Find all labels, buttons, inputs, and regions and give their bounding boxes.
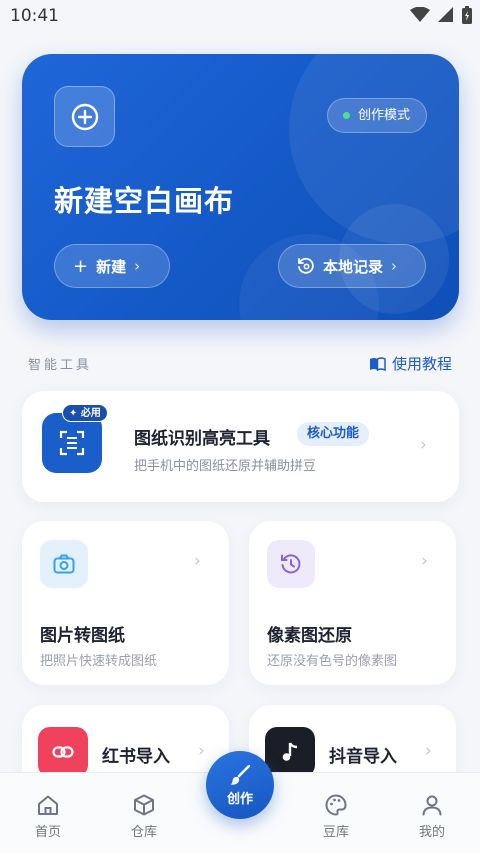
nav-bean-library[interactable]: 豆库 xyxy=(306,791,366,840)
tile-title: 图片转图纸 xyxy=(40,626,125,646)
palette-icon xyxy=(306,791,366,819)
chevron-right-icon: › xyxy=(391,257,398,275)
user-icon xyxy=(402,791,462,819)
tutorial-link[interactable]: 使用教程 xyxy=(369,353,452,374)
link-icon xyxy=(38,727,88,777)
chevron-right-icon: › xyxy=(420,435,427,455)
book-icon xyxy=(369,356,386,371)
nav-label: 我的 xyxy=(418,825,445,840)
mode-badge-label: 创作模式 xyxy=(357,108,410,123)
chevron-right-icon: › xyxy=(134,257,141,275)
pixel-restore-tile[interactable]: › 像素图还原 还原没有色号的像素图 xyxy=(249,521,456,685)
music-note-icon xyxy=(265,727,315,777)
signal-icon xyxy=(438,7,453,22)
create-button[interactable]: 创作 xyxy=(206,751,274,819)
section-title: 智能工具 xyxy=(28,358,93,373)
history-icon xyxy=(267,540,315,588)
new-button[interactable]: + 新建 › xyxy=(54,244,170,288)
battery-icon xyxy=(462,6,472,24)
drawing-recognition-card[interactable]: ✦ 必用 图纸识别高亮工具 核心功能 把手机中的图纸还原并辅助拼豆 › xyxy=(22,391,459,502)
local-button-label: 本地记录 xyxy=(323,257,384,276)
status-dot-icon xyxy=(342,112,350,119)
camera-icon xyxy=(40,540,88,588)
plus-icon: + xyxy=(73,255,89,277)
hero-title: 新建空白画布 xyxy=(54,184,235,218)
add-circle-icon[interactable] xyxy=(54,86,115,147)
status-bar: 10:41 xyxy=(0,0,480,34)
feature-title: 图纸识别高亮工具 xyxy=(134,429,270,449)
home-icon xyxy=(18,791,78,819)
chevron-right-icon: › xyxy=(198,741,205,761)
history-icon xyxy=(298,257,314,274)
tile-subtitle: 把照片快速转成图纸 xyxy=(40,654,158,669)
import-title: 红书导入 xyxy=(102,747,170,767)
nav-home[interactable]: 首页 xyxy=(18,791,78,840)
nav-mine[interactable]: 我的 xyxy=(402,791,462,840)
image-to-pattern-tile[interactable]: › 图片转图纸 把照片快速转成图纸 xyxy=(22,521,229,685)
tile-title: 像素图还原 xyxy=(267,626,352,646)
box-icon xyxy=(114,791,174,819)
must-use-badge: ✦ 必用 xyxy=(62,404,108,422)
nav-label: 首页 xyxy=(34,825,61,840)
chevron-right-icon: › xyxy=(421,551,428,571)
tile-subtitle: 还原没有色号的像素图 xyxy=(267,654,398,669)
nav-warehouse[interactable]: 仓库 xyxy=(114,791,174,840)
tutorial-link-label: 使用教程 xyxy=(391,355,452,373)
feature-subtitle: 把手机中的图纸还原并辅助拼豆 xyxy=(134,459,317,474)
new-canvas-card[interactable]: 创作模式 新建空白画布 + 新建 › 本地记录 › xyxy=(22,54,459,320)
nav-label: 仓库 xyxy=(130,825,157,840)
chevron-right-icon: › xyxy=(425,741,432,761)
import-title: 抖音导入 xyxy=(329,747,397,767)
creation-mode-badge: 创作模式 xyxy=(326,98,427,133)
brush-icon xyxy=(230,764,251,785)
core-feature-badge: 核心功能 xyxy=(297,422,370,446)
new-button-label: 新建 xyxy=(96,257,127,276)
create-button-label: 创作 xyxy=(226,791,253,807)
nav-label: 豆库 xyxy=(322,825,349,840)
local-records-button[interactable]: 本地记录 › xyxy=(278,244,426,288)
wifi-icon xyxy=(410,7,430,22)
chevron-right-icon: › xyxy=(194,551,201,571)
status-time: 10:41 xyxy=(10,6,59,26)
status-icons xyxy=(410,6,472,24)
